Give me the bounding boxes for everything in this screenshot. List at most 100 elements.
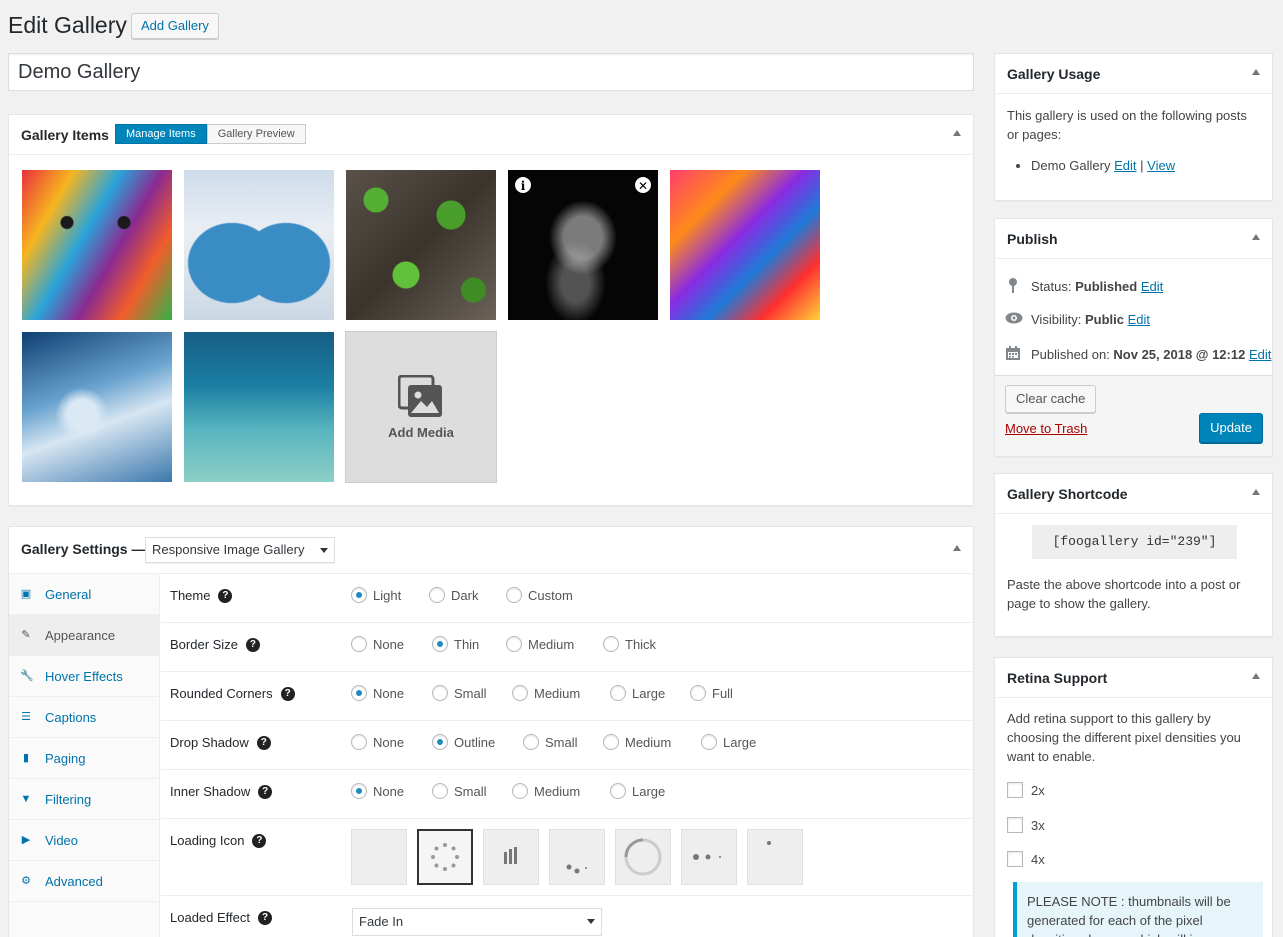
retina-option-3x[interactable]: 3x <box>1007 817 1045 833</box>
radio-inner-small[interactable]: Small <box>432 783 487 799</box>
radio-button[interactable] <box>351 685 367 701</box>
radio-button[interactable] <box>432 636 448 652</box>
info-icon[interactable]: i <box>514 176 532 194</box>
radio-button[interactable] <box>351 734 367 750</box>
radio-corners-medium[interactable]: Medium <box>512 685 580 701</box>
radio-corners-full[interactable]: Full <box>690 685 733 701</box>
radio-button[interactable] <box>701 734 717 750</box>
loading-icon-ring[interactable] <box>615 829 671 885</box>
clear-cache-button[interactable]: Clear cache <box>1005 385 1097 413</box>
settings-tab-hover-effects[interactable]: 🔧 Hover Effects <box>9 656 159 697</box>
gallery-thumbnail[interactable] <box>184 170 334 320</box>
status-edit-link[interactable]: Edit <box>1141 279 1163 294</box>
loading-icon-bars[interactable] <box>483 829 539 885</box>
move-to-trash-link[interactable]: Move to Trash <box>1005 421 1087 436</box>
settings-tab-advanced[interactable]: ⚙ Advanced <box>9 861 159 902</box>
radio-shadow-small[interactable]: Small <box>523 734 578 750</box>
collapse-toggle-icon[interactable] <box>1252 234 1260 240</box>
radio-shadow-medium[interactable]: Medium <box>603 734 671 750</box>
radio-button[interactable] <box>432 685 448 701</box>
help-icon[interactable]: ? <box>245 637 260 652</box>
radio-button[interactable] <box>506 636 522 652</box>
help-icon[interactable]: ? <box>218 588 233 603</box>
gallery-title-input[interactable] <box>8 53 974 91</box>
usage-edit-link[interactable]: Edit <box>1114 158 1136 173</box>
radio-border-medium[interactable]: Medium <box>506 636 574 652</box>
retina-option-2x[interactable]: 2x <box>1007 782 1045 798</box>
gallery-thumbnail[interactable] <box>670 170 820 320</box>
checkbox[interactable] <box>1007 851 1023 867</box>
radio-corners-large[interactable]: Large <box>610 685 665 701</box>
loading-icon-none[interactable] <box>351 829 407 885</box>
add-gallery-button[interactable]: Add Gallery <box>131 13 219 39</box>
update-button[interactable]: Update <box>1199 413 1263 443</box>
radio-button[interactable] <box>351 587 367 603</box>
checkbox[interactable] <box>1007 782 1023 798</box>
radio-button[interactable] <box>506 587 522 603</box>
radio-inner-medium[interactable]: Medium <box>512 783 580 799</box>
radio-border-thick[interactable]: Thick <box>603 636 656 652</box>
radio-button[interactable] <box>512 783 528 799</box>
settings-tab-general[interactable]: ▣ General <box>9 574 159 615</box>
help-icon[interactable]: ? <box>252 833 267 848</box>
radio-button[interactable] <box>603 636 619 652</box>
collapse-toggle-icon[interactable] <box>1252 69 1260 75</box>
gallery-thumbnail[interactable]: i ✕ <box>508 170 658 320</box>
collapse-toggle-icon[interactable] <box>1252 489 1260 495</box>
collapse-toggle-icon[interactable] <box>953 545 961 551</box>
help-icon[interactable]: ? <box>280 686 295 701</box>
gallery-thumbnail[interactable] <box>22 170 172 320</box>
radio-corners-small[interactable]: Small <box>432 685 487 701</box>
radio-button[interactable] <box>523 734 539 750</box>
settings-tab-filtering[interactable]: ▼ Filtering <box>9 779 159 820</box>
radio-theme-light[interactable]: Light <box>351 587 401 603</box>
radio-shadow-outline[interactable]: Outline <box>432 734 495 750</box>
collapse-toggle-icon[interactable] <box>1252 673 1260 679</box>
help-icon[interactable]: ? <box>258 784 273 799</box>
radio-button[interactable] <box>610 783 626 799</box>
loading-icon-dot[interactable] <box>747 829 803 885</box>
settings-tab-appearance[interactable]: ✎ Appearance <box>9 615 159 656</box>
radio-border-none[interactable]: None <box>351 636 404 652</box>
usage-view-link[interactable]: View <box>1147 158 1175 173</box>
gallery-thumbnail[interactable] <box>346 170 496 320</box>
gallery-thumbnail[interactable] <box>184 332 334 482</box>
radio-corners-none[interactable]: None <box>351 685 404 701</box>
loading-icon-dots-circle[interactable] <box>417 829 473 885</box>
radio-button[interactable] <box>351 783 367 799</box>
radio-border-thin[interactable]: Thin <box>432 636 479 652</box>
radio-button[interactable] <box>429 587 445 603</box>
radio-button[interactable] <box>512 685 528 701</box>
radio-shadow-none[interactable]: None <box>351 734 404 750</box>
settings-tab-video[interactable]: ▶ Video <box>9 820 159 861</box>
loading-icon-dots-trail[interactable] <box>549 829 605 885</box>
gallery-thumbnail[interactable] <box>22 332 172 482</box>
checkbox[interactable] <box>1007 817 1023 833</box>
radio-theme-custom[interactable]: Custom <box>506 587 573 603</box>
close-icon[interactable]: ✕ <box>634 176 652 194</box>
radio-inner-none[interactable]: None <box>351 783 404 799</box>
visibility-edit-link[interactable]: Edit <box>1128 312 1150 327</box>
gallery-template-select[interactable]: Responsive Image Gallery <box>145 537 335 563</box>
loading-icon-three-dots[interactable] <box>681 829 737 885</box>
radio-theme-dark[interactable]: Dark <box>429 587 478 603</box>
settings-tab-captions[interactable]: ☰ Captions <box>9 697 159 738</box>
help-icon[interactable]: ? <box>256 735 271 750</box>
tab-manage-items[interactable]: Manage Items <box>115 124 207 144</box>
settings-tab-paging[interactable]: ▮ Paging <box>9 738 159 779</box>
radio-shadow-large[interactable]: Large <box>701 734 756 750</box>
radio-button[interactable] <box>432 783 448 799</box>
add-media-button[interactable]: Add Media <box>345 331 497 483</box>
published-edit-link[interactable]: Edit <box>1249 347 1271 362</box>
radio-button[interactable] <box>432 734 448 750</box>
radio-button[interactable] <box>610 685 626 701</box>
tab-gallery-preview[interactable]: Gallery Preview <box>206 124 306 144</box>
loaded-effect-select[interactable]: Fade In <box>352 908 602 936</box>
retina-option-4x[interactable]: 4x <box>1007 851 1045 867</box>
help-icon[interactable]: ? <box>258 910 272 925</box>
radio-button[interactable] <box>351 636 367 652</box>
shortcode-text[interactable]: [foogallery id="239"] <box>1032 525 1237 559</box>
radio-inner-large[interactable]: Large <box>610 783 665 799</box>
radio-button[interactable] <box>603 734 619 750</box>
collapse-toggle-icon[interactable] <box>953 130 961 136</box>
